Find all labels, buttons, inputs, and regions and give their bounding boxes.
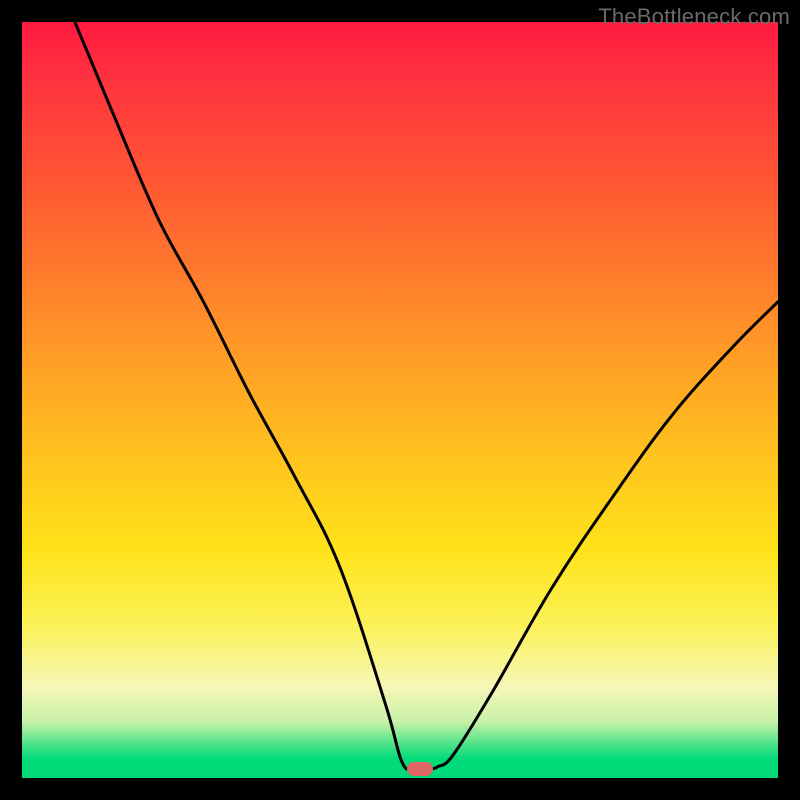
chart-frame: TheBottleneck.com	[0, 0, 800, 800]
bottleneck-marker	[407, 762, 433, 776]
bottleneck-curve	[22, 22, 778, 778]
plot-area	[22, 22, 778, 778]
watermark-text: TheBottleneck.com	[598, 4, 790, 30]
